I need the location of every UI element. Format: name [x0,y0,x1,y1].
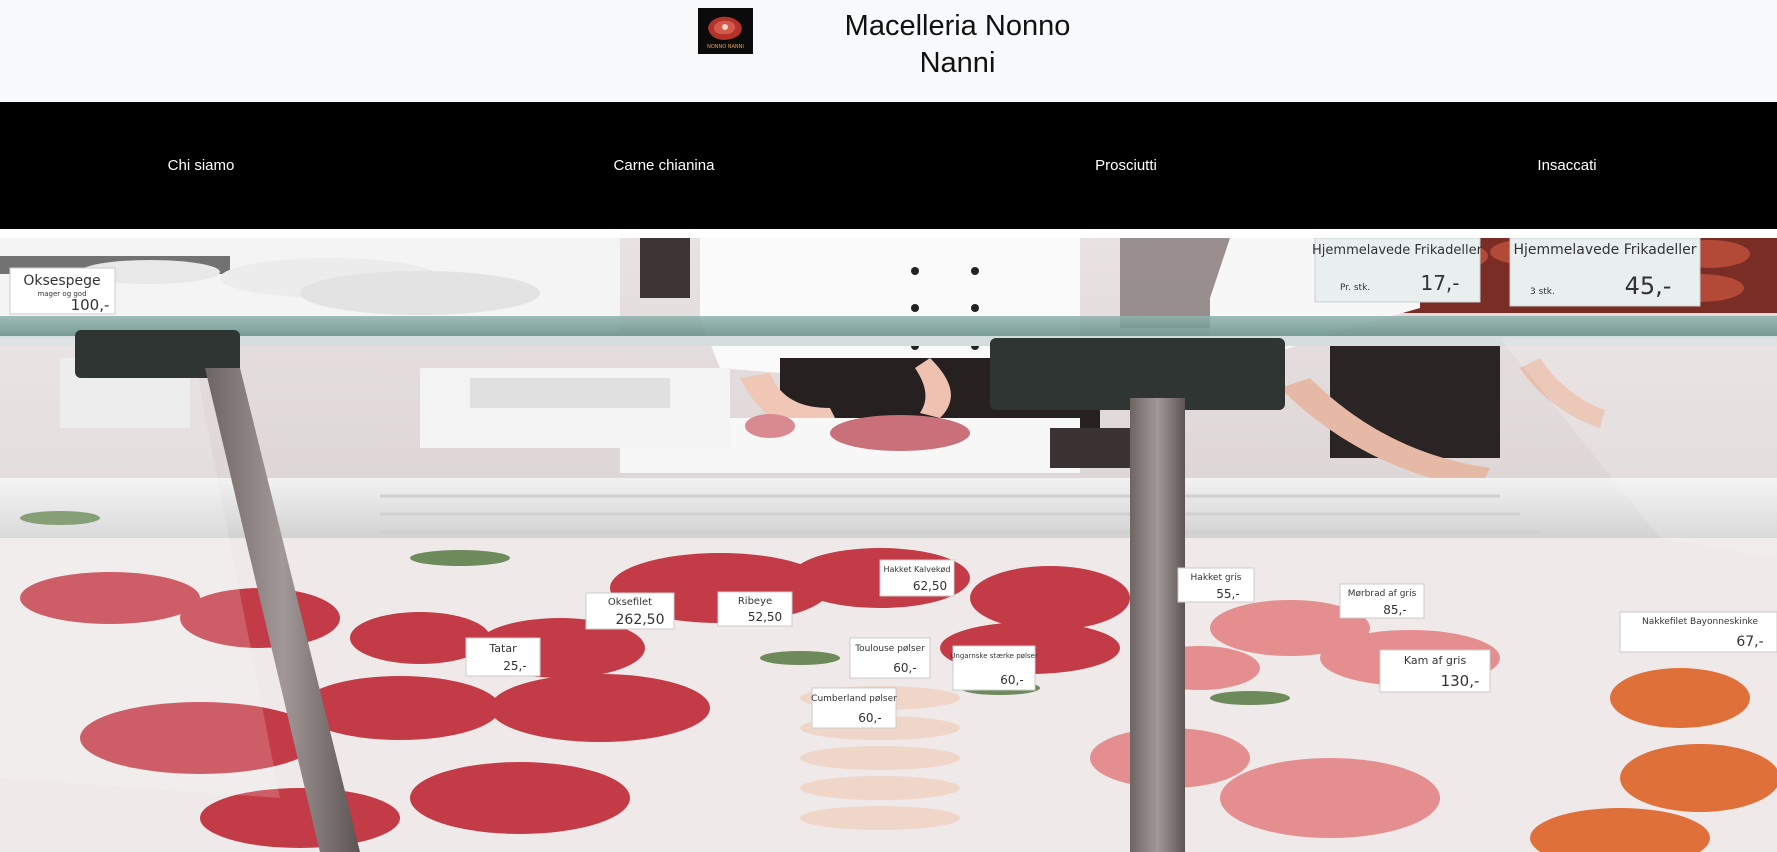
svg-text:130,-: 130,- [1441,672,1480,690]
svg-text:Kam af gris: Kam af gris [1404,654,1467,667]
sign-moerbrad: Mørbrad af gris 85,- [1339,583,1425,619]
svg-text:Mørbrad af gris: Mørbrad af gris [1348,589,1417,599]
svg-text:Oksespege: Oksespege [23,273,100,289]
logo-text: NONNO NANNI [707,44,744,50]
sign-tatar: Tatar 25,- [465,637,541,677]
svg-text:55,-: 55,- [1216,587,1239,601]
svg-text:Hjemmelavede Frikadeller: Hjemmelavede Frikadeller [1513,242,1696,258]
main-navigation: Chi siamo Carne chianina Prosciutti Insa… [0,102,1777,229]
svg-text:Hakket Kalvekød: Hakket Kalvekød [884,565,951,574]
nav-item-prosciutti[interactable]: Prosciutti [1095,156,1157,176]
sign-hakket-gris: Hakket gris 55,- [1177,567,1255,603]
svg-text:67,-: 67,- [1736,634,1763,650]
svg-text:Hjemmelavede Frikadeller: Hjemmelavede Frikadeller [1312,243,1483,258]
svg-text:17,-: 17,- [1420,271,1459,295]
svg-text:Tatar: Tatar [488,642,517,655]
sign-oksefilet: Oksefilet 262,50 [585,592,675,630]
svg-text:Ungarnske stærke pølser: Ungarnske stærke pølser [950,652,1038,660]
svg-text:52,50: 52,50 [748,610,782,624]
sign-cumberland: Cumberland pølser 60,- [811,687,897,729]
sign-kam-af-gris: Kam af gris 130,- [1379,649,1491,693]
svg-text:262,50: 262,50 [616,612,665,628]
sign-frikadeller-1: Hjemmelavede Frikadeller Pr. stk. 17,- [1312,238,1483,303]
svg-text:Ribeye: Ribeye [738,596,772,607]
sign-bayonneskinke: Nakkefilet Bayonneskinke 67,- [1619,611,1777,653]
sign-ungarnske: Ungarnske stærke pølser 60,- [950,645,1038,691]
sign-ribeye: Ribeye 52,50 [717,591,793,627]
nav-item-carne-chianina[interactable]: Carne chianina [614,156,715,176]
divider [0,229,1777,238]
svg-text:3 stk.: 3 stk. [1530,287,1555,297]
svg-text:Cumberland pølser: Cumberland pølser [811,694,897,704]
svg-text:Pr. stk.: Pr. stk. [1340,283,1370,293]
sign-kalvekoed: Hakket Kalvekød 62,50 [879,559,955,597]
nav-item-insaccati[interactable]: Insaccati [1537,156,1596,176]
svg-text:25,-: 25,- [503,659,526,673]
svg-text:Toulouse pølser: Toulouse pølser [854,644,925,654]
butcher-counter-photo: Oksespege mager og god 100,- Hjemmelaved… [0,238,1777,852]
svg-text:60,-: 60,- [858,711,881,725]
steak-logo-icon: NONNO NANNI [698,8,753,54]
svg-text:60,-: 60,- [893,661,916,675]
svg-text:85,-: 85,- [1383,603,1406,617]
svg-text:Nakkefilet Bayonneskinke: Nakkefilet Bayonneskinke [1642,617,1758,627]
shop-logo[interactable]: NONNO NANNI [698,8,753,54]
hero-image: Oksespege mager og god 100,- Hjemmelaved… [0,238,1777,852]
sign-frikadeller-2: Hjemmelavede Frikadeller 3 stk. 45,- [1509,238,1701,307]
svg-text:45,-: 45,- [1625,272,1672,300]
site-header: NONNO NANNI Macelleria Nonno Nanni [0,0,1777,102]
svg-text:Oksefilet: Oksefilet [608,597,652,608]
nav-item-chi-siamo[interactable]: Chi siamo [168,156,235,176]
sign-oksespege: Oksespege mager og god 100,- [9,267,116,315]
sign-toulouse: Toulouse pølser 60,- [849,637,931,679]
svg-text:Hakket gris: Hakket gris [1191,573,1242,583]
svg-text:100,-: 100,- [71,296,110,314]
page-title: Macelleria Nonno Nanni [844,10,1071,79]
svg-text:62,50: 62,50 [913,579,947,593]
svg-text:60,-: 60,- [1000,673,1023,687]
